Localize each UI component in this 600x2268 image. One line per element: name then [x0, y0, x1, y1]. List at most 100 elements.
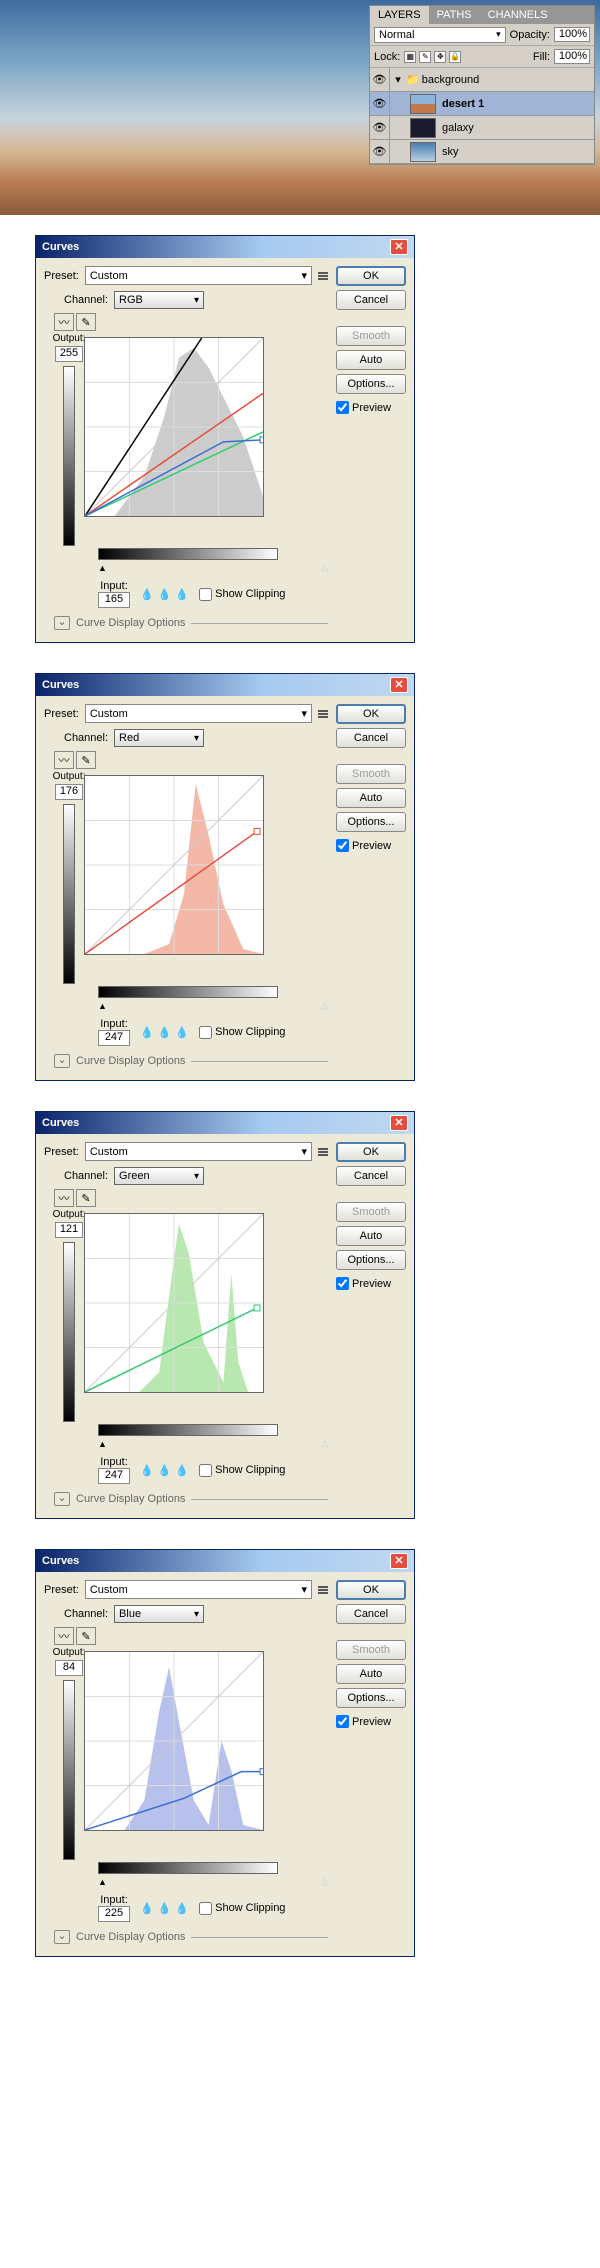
dialog-titlebar[interactable]: Curves✕	[36, 674, 414, 696]
pencil-tool-icon[interactable]: ✎	[76, 313, 96, 331]
cancel-button[interactable]: Cancel	[336, 290, 406, 310]
curves-graph[interactable]	[84, 1213, 264, 1393]
curves-graph[interactable]	[84, 337, 264, 517]
lock-transparent-icon[interactable]: ▦	[404, 51, 416, 63]
black-eyedropper-icon[interactable]: 💧	[140, 1902, 154, 1915]
preset-menu-icon[interactable]	[318, 710, 328, 718]
preview-checkbox[interactable]: Preview	[336, 839, 406, 852]
white-eyedropper-icon[interactable]: 💧	[175, 1026, 189, 1039]
layer-row-background[interactable]: 👁▾📁background	[370, 68, 594, 92]
auto-button[interactable]: Auto	[336, 788, 406, 808]
show-clipping-input[interactable]	[199, 1902, 212, 1915]
gray-eyedropper-icon[interactable]: 💧	[158, 588, 172, 601]
gray-eyedropper-icon[interactable]: 💧	[158, 1464, 172, 1477]
channel-select[interactable]: Red	[114, 729, 204, 747]
opacity-input[interactable]: 100%	[554, 27, 590, 42]
show-clipping-checkbox[interactable]: Show Clipping	[199, 1026, 285, 1039]
expand-display-options-icon[interactable]: ⌄	[54, 1492, 70, 1506]
tab-layers[interactable]: LAYERS	[370, 6, 429, 24]
preset-menu-icon[interactable]	[318, 272, 328, 280]
preview-input[interactable]	[336, 1277, 349, 1290]
preview-checkbox[interactable]: Preview	[336, 1277, 406, 1290]
fill-input[interactable]: 100%	[554, 49, 590, 64]
options-button[interactable]: Options...	[336, 374, 406, 394]
layer-row-desert-1[interactable]: 👁desert 1	[370, 92, 594, 116]
ok-button[interactable]: OK	[336, 266, 406, 286]
input-value[interactable]: 247	[98, 1468, 130, 1484]
pencil-tool-icon[interactable]: ✎	[76, 1627, 96, 1645]
preview-input[interactable]	[336, 1715, 349, 1728]
input-value[interactable]: 165	[98, 592, 130, 608]
smooth-button[interactable]: Smooth	[336, 326, 406, 346]
black-point-slider[interactable]: ▲	[98, 1001, 107, 1011]
curves-graph[interactable]	[84, 1651, 264, 1831]
preview-input[interactable]	[336, 401, 349, 414]
white-point-slider[interactable]: △	[321, 1876, 328, 1887]
expand-display-options-icon[interactable]: ⌄	[54, 616, 70, 630]
lock-all-icon[interactable]: 🔒	[449, 51, 461, 63]
preset-select[interactable]: Custom	[85, 704, 312, 723]
cancel-button[interactable]: Cancel	[336, 1604, 406, 1624]
output-value[interactable]: 121	[55, 1222, 83, 1238]
auto-button[interactable]: Auto	[336, 350, 406, 370]
blend-mode-select[interactable]: Normal	[374, 27, 506, 43]
show-clipping-checkbox[interactable]: Show Clipping	[199, 1464, 285, 1477]
show-clipping-input[interactable]	[199, 1464, 212, 1477]
gray-eyedropper-icon[interactable]: 💧	[158, 1026, 172, 1039]
black-point-slider[interactable]: ▲	[98, 1877, 107, 1887]
show-clipping-checkbox[interactable]: Show Clipping	[199, 588, 285, 601]
dialog-titlebar[interactable]: Curves✕	[36, 1112, 414, 1134]
ok-button[interactable]: OK	[336, 1580, 406, 1600]
lock-paint-icon[interactable]: ✎	[419, 51, 431, 63]
gray-eyedropper-icon[interactable]: 💧	[158, 1902, 172, 1915]
input-value[interactable]: 225	[98, 1906, 130, 1922]
layer-row-sky[interactable]: 👁sky	[370, 140, 594, 164]
curves-graph[interactable]	[84, 775, 264, 955]
white-point-slider[interactable]: △	[321, 1438, 328, 1449]
dialog-titlebar[interactable]: Curves✕	[36, 1550, 414, 1572]
ok-button[interactable]: OK	[336, 1142, 406, 1162]
white-point-slider[interactable]: △	[321, 1000, 328, 1011]
close-button[interactable]: ✕	[390, 1553, 408, 1569]
visibility-eye-icon[interactable]: 👁	[370, 92, 390, 115]
input-value[interactable]: 247	[98, 1030, 130, 1046]
layer-row-galaxy[interactable]: 👁galaxy	[370, 116, 594, 140]
smooth-button[interactable]: Smooth	[336, 1202, 406, 1222]
preview-checkbox[interactable]: Preview	[336, 1715, 406, 1728]
expand-display-options-icon[interactable]: ⌄	[54, 1930, 70, 1944]
preset-select[interactable]: Custom	[85, 1580, 312, 1599]
options-button[interactable]: Options...	[336, 1688, 406, 1708]
channel-select[interactable]: RGB	[114, 291, 204, 309]
auto-button[interactable]: Auto	[336, 1226, 406, 1246]
pencil-tool-icon[interactable]: ✎	[76, 1189, 96, 1207]
options-button[interactable]: Options...	[336, 812, 406, 832]
curve-tool-icon[interactable]: 〰	[54, 751, 74, 769]
tab-channels[interactable]: CHANNELS	[480, 6, 556, 24]
lock-move-icon[interactable]: ✥	[434, 51, 446, 63]
black-point-slider[interactable]: ▲	[98, 1439, 107, 1449]
curve-tool-icon[interactable]: 〰	[54, 313, 74, 331]
show-clipping-input[interactable]	[199, 588, 212, 601]
preview-checkbox[interactable]: Preview	[336, 401, 406, 414]
black-point-slider[interactable]: ▲	[98, 563, 107, 573]
ok-button[interactable]: OK	[336, 704, 406, 724]
output-value[interactable]: 255	[55, 346, 83, 362]
dialog-titlebar[interactable]: Curves✕	[36, 236, 414, 258]
output-value[interactable]: 84	[55, 1660, 83, 1676]
white-eyedropper-icon[interactable]: 💧	[175, 588, 189, 601]
close-button[interactable]: ✕	[390, 1115, 408, 1131]
close-button[interactable]: ✕	[390, 239, 408, 255]
smooth-button[interactable]: Smooth	[336, 764, 406, 784]
expand-display-options-icon[interactable]: ⌄	[54, 1054, 70, 1068]
smooth-button[interactable]: Smooth	[336, 1640, 406, 1660]
visibility-eye-icon[interactable]: 👁	[370, 140, 390, 163]
close-button[interactable]: ✕	[390, 677, 408, 693]
black-eyedropper-icon[interactable]: 💧	[140, 1026, 154, 1039]
pencil-tool-icon[interactable]: ✎	[76, 751, 96, 769]
preset-select[interactable]: Custom	[85, 1142, 312, 1161]
auto-button[interactable]: Auto	[336, 1664, 406, 1684]
visibility-eye-icon[interactable]: 👁	[370, 68, 390, 91]
channel-select[interactable]: Green	[114, 1167, 204, 1185]
preset-select[interactable]: Custom	[85, 266, 312, 285]
folder-toggle-icon[interactable]: ▾	[390, 73, 406, 86]
